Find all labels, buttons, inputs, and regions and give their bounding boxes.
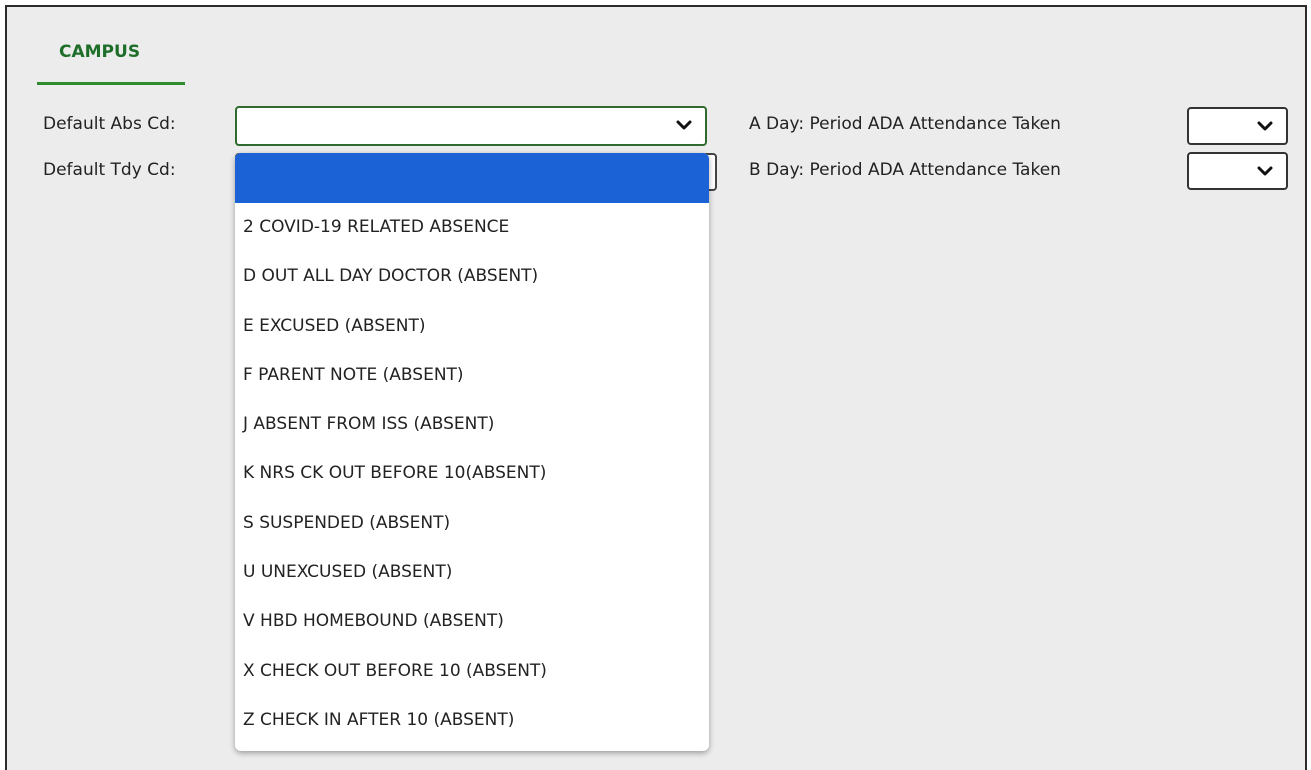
a-day-period-ada-select[interactable] [1187,107,1288,145]
dropdown-option[interactable]: X CHECK OUT BEFORE 10 (ABSENT) [235,647,709,696]
dropdown-option[interactable]: F PARENT NOTE (ABSENT) [235,351,709,400]
dropdown-option[interactable]: Z CHECK IN AFTER 10 (ABSENT) [235,696,709,745]
b-day-period-ada-label: B Day: Period ADA Attendance Taken [749,160,1061,180]
default-tdy-cd-label: Default Tdy Cd: [43,160,176,180]
dropdown-option[interactable]: U UNEXCUSED (ABSENT) [235,548,709,597]
tab-campus[interactable]: CAMPUS [37,37,185,85]
absence-code-dropdown-list: 2 COVID-19 RELATED ABSENCE D OUT ALL DAY… [235,153,709,751]
dropdown-option[interactable]: S SUSPENDED (ABSENT) [235,499,709,548]
tab-campus-label: CAMPUS [59,42,141,62]
dropdown-option[interactable]: 2 COVID-19 RELATED ABSENCE [235,203,709,252]
default-abs-cd-select[interactable] [235,106,707,146]
chevron-down-icon [1257,121,1273,131]
dropdown-option[interactable]: K NRS CK OUT BEFORE 10(ABSENT) [235,449,709,498]
b-day-period-ada-select[interactable] [1187,152,1288,190]
dropdown-option[interactable]: V HBD HOMEBOUND (ABSENT) [235,597,709,646]
a-day-period-ada-label: A Day: Period ADA Attendance Taken [749,114,1061,134]
chevron-down-icon [1257,166,1273,176]
dropdown-option[interactable]: D OUT ALL DAY DOCTOR (ABSENT) [235,252,709,301]
campus-panel: CAMPUS Default Abs Cd: Default Tdy Cd: A… [5,5,1307,770]
dropdown-option[interactable]: J ABSENT FROM ISS (ABSENT) [235,400,709,449]
chevron-down-icon [676,120,692,130]
dropdown-option[interactable]: E EXCUSED (ABSENT) [235,302,709,351]
default-abs-cd-label: Default Abs Cd: [43,114,176,134]
dropdown-option-blank-selected[interactable] [235,153,709,203]
